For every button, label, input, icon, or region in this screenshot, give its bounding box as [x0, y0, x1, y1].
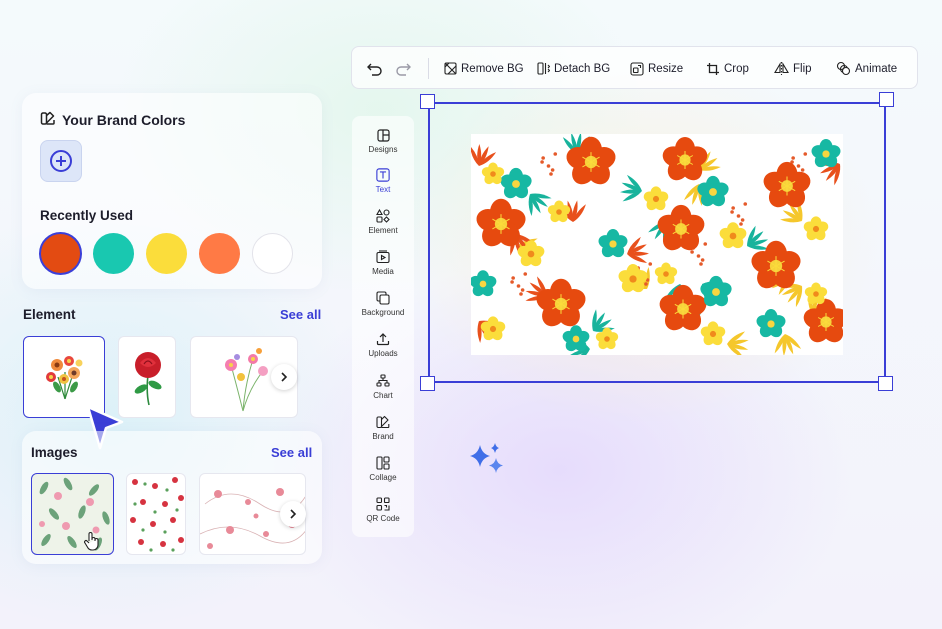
sidebar-item-label: Chart: [373, 391, 393, 400]
leaf-pattern-image: [39, 477, 110, 551]
redo-icon: [396, 63, 411, 76]
collage-icon: [376, 456, 390, 470]
sidebar-item-label: Uploads: [368, 349, 398, 358]
image-thumb-red-floral[interactable]: [126, 473, 186, 555]
images-see-all-link[interactable]: See all: [271, 445, 312, 460]
images-section-title: Images: [31, 445, 78, 460]
undo-button[interactable]: [366, 47, 383, 90]
resize-handle-top-left[interactable]: [420, 94, 435, 109]
sidebar-item-media[interactable]: Media: [352, 250, 414, 276]
undo-icon: [367, 63, 382, 76]
sparkle-icon: [470, 443, 503, 473]
remove-bg-button[interactable]: Remove BG: [444, 47, 524, 90]
sidebar-item-label: Element: [368, 226, 398, 235]
sidebar-item-label: Designs: [368, 145, 398, 154]
toolbar-divider: [428, 58, 429, 79]
chart-icon: [376, 374, 390, 388]
designs-icon: [376, 128, 390, 142]
chevron-right-icon: [290, 509, 297, 519]
recently-used-label: Recently Used: [40, 208, 134, 223]
recent-colors-row: [39, 232, 293, 275]
sidebar-item-element[interactable]: Element: [352, 209, 414, 235]
flip-button[interactable]: Flip: [774, 47, 812, 90]
chevron-right-icon: [281, 372, 288, 382]
detach-bg-icon: [537, 62, 550, 75]
image-thumb-leaf-pattern[interactable]: [31, 473, 114, 555]
tool-sidebar: Designs Text Element Media Background Up…: [352, 116, 414, 537]
animate-label: Animate: [855, 62, 898, 75]
sidebar-item-text[interactable]: Text: [352, 168, 414, 194]
element-see-all-link[interactable]: See all: [280, 307, 321, 322]
sidebar-item-chart[interactable]: Chart: [352, 374, 414, 400]
flip-icon: [774, 62, 789, 75]
top-toolbar: Remove BG Detach BG Resize Crop Flip Ani…: [351, 46, 918, 89]
detach-bg-button[interactable]: Detach BG: [537, 47, 610, 90]
remove-bg-label: Remove BG: [461, 62, 524, 75]
add-brand-color-button[interactable]: [40, 140, 82, 182]
sidebar-item-label: Background: [361, 308, 405, 317]
resize-handle-top-right[interactable]: [879, 92, 894, 107]
element-thumb-rose[interactable]: [118, 336, 176, 418]
red-floral-pattern-image: [130, 477, 184, 552]
images-next-button[interactable]: [280, 501, 306, 527]
element-icon: [376, 209, 390, 223]
brand-colors-panel: Your Brand Colors Recently Used: [22, 93, 322, 289]
detach-bg-label: Detach BG: [554, 62, 611, 75]
sidebar-item-label: Media: [372, 267, 394, 276]
resize-button[interactable]: Resize: [630, 47, 683, 90]
upload-icon: [376, 332, 390, 346]
images-panel: Images See all: [22, 431, 322, 564]
sidebar-item-label: QR Code: [366, 514, 400, 523]
color-swatch[interactable]: [199, 233, 240, 274]
sidebar-item-label: Brand: [372, 432, 394, 441]
color-swatch[interactable]: [39, 232, 82, 275]
redo-button[interactable]: [395, 47, 412, 90]
selection-frame[interactable]: [428, 102, 886, 383]
resize-label: Resize: [648, 62, 684, 75]
resize-handle-bottom-left[interactable]: [420, 376, 435, 391]
palette-icon: [40, 110, 56, 129]
brand-colors-header: Your Brand Colors: [40, 110, 185, 129]
resize-handle-bottom-right[interactable]: [878, 376, 893, 391]
element-section-title: Element: [23, 307, 76, 322]
rose-image: [134, 352, 162, 406]
plus-circle-icon: [50, 150, 72, 172]
sidebar-item-brand[interactable]: Brand: [352, 415, 414, 441]
text-icon: [376, 168, 390, 182]
crop-icon: [707, 62, 719, 75]
flip-label: Flip: [793, 62, 812, 75]
element-next-button[interactable]: [271, 364, 297, 390]
remove-bg-icon: [444, 62, 457, 75]
background-icon: [376, 291, 390, 305]
animate-button[interactable]: Animate: [836, 47, 897, 90]
brand-icon: [376, 415, 390, 429]
sidebar-item-label: Collage: [369, 473, 397, 482]
sidebar-item-uploads[interactable]: Uploads: [352, 332, 414, 358]
media-icon: [376, 250, 390, 264]
brand-colors-title: Your Brand Colors: [62, 111, 186, 128]
crop-button[interactable]: Crop: [706, 47, 749, 90]
hand-cursor-icon: [84, 532, 99, 551]
resize-icon: [630, 61, 644, 76]
color-swatch[interactable]: [252, 233, 293, 274]
sidebar-item-label: Text: [375, 185, 391, 194]
crop-label: Crop: [724, 62, 749, 75]
sidebar-item-designs[interactable]: Designs: [352, 128, 414, 154]
animate-icon: [836, 61, 851, 76]
qr-code-icon: [376, 497, 390, 511]
color-swatch[interactable]: [146, 233, 187, 274]
sidebar-item-qr-code[interactable]: QR Code: [352, 497, 414, 523]
sidebar-item-collage[interactable]: Collage: [352, 456, 414, 482]
color-swatch[interactable]: [93, 233, 134, 274]
sidebar-item-background[interactable]: Background: [352, 291, 414, 317]
